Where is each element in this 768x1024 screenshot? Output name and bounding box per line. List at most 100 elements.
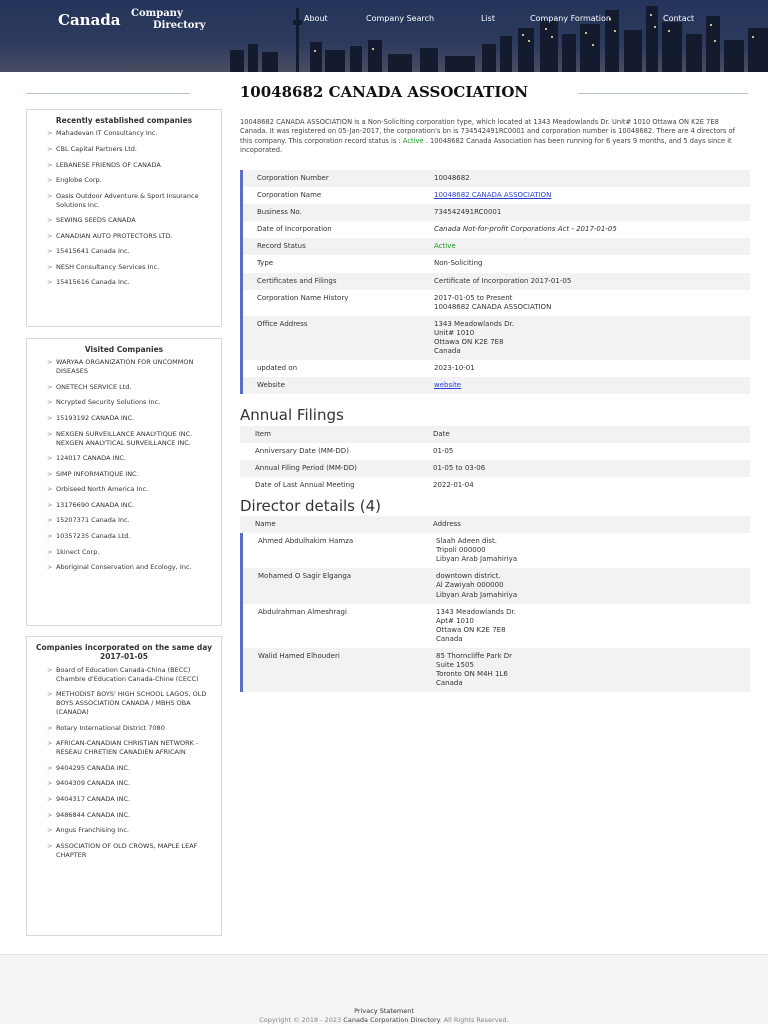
directors-table: Name Address Ahmed Abdulhakim Hamza Slaah… xyxy=(240,516,750,693)
sidebar-company-link[interactable]: 1kinect Corp. xyxy=(33,548,215,557)
sidebar-company-link[interactable]: 9404317 CANADA INC. xyxy=(33,795,215,804)
info-value: 2023-10-01 xyxy=(434,360,750,377)
info-row: Corporation Name History 2017-01-05 to Pr… xyxy=(243,290,750,316)
sidebar-company-link[interactable]: 10357235 Canada Ltd. xyxy=(33,532,215,541)
visited-companies-panel: Visited Companies WARYAA ORGANIZATION FO… xyxy=(26,338,222,626)
sidebar-company-link[interactable]: ONETECH SERVICE Ltd. xyxy=(33,383,215,392)
nav-contact[interactable]: Contact xyxy=(663,14,694,23)
info-key: Record Status xyxy=(257,242,306,251)
info-key: Business No. xyxy=(257,208,302,217)
info-key: Certificates and Filings xyxy=(257,276,337,285)
sidebar-company-link[interactable]: Mahadevan IT Consultancy Inc. xyxy=(33,129,215,138)
recent-companies-panel: Recently established companies Mahadevan… xyxy=(26,109,222,327)
info-row: Corporation Name 10048682 CANADA ASSOCIAT… xyxy=(243,187,750,204)
copyright: Copyright © 2018 - 2023 Canada Corporati… xyxy=(0,1016,768,1024)
sidebar-company-link[interactable]: 124017 CANADA INC. xyxy=(33,454,215,463)
copyright-directory-link[interactable]: Canada Corporation Directory xyxy=(343,1016,439,1024)
sidebar-company-link[interactable]: 15415641 Canada Inc. xyxy=(33,247,215,256)
info-value-text: 1343 Meadowlands Dr. Unit# 1010 Ottawa O… xyxy=(434,319,514,356)
sidebar-company-link[interactable]: 15415616 Canada Inc. xyxy=(33,278,215,287)
same-day-date: 2017-01-05 xyxy=(100,652,148,662)
info-value-text: Active xyxy=(434,242,456,251)
sidebar-company-link[interactable]: 13176690 CANADA INC. xyxy=(33,501,215,510)
director-name: Ahmed Abdulhakim Hamza xyxy=(258,537,354,546)
filing-row: Annual Filing Period (MM-DD) 01-05 to 03-… xyxy=(240,460,750,478)
info-value: Canada Not-for-profit Corporations Act -… xyxy=(434,221,750,238)
sidebar-company-link[interactable]: Oasis Outdoor Adventure & Sport Insuranc… xyxy=(33,192,215,210)
info-row: Business No. 734542491RC0001 xyxy=(243,204,750,222)
corporation-info-table: Corporation Number 10048682 Corporation Na… xyxy=(240,170,750,395)
sidebar-company-link[interactable]: AFRICAN-CANADIAN CHRISTIAN NETWORK - RES… xyxy=(33,739,215,757)
site-footer: Privacy Statement Copyright © 2018 - 202… xyxy=(0,954,768,1024)
nav-company-formation[interactable]: Company Formation xyxy=(530,14,611,23)
filing-date: 2022-01-04 xyxy=(433,481,474,490)
info-value: 1343 Meadowlands Dr. Unit# 1010 Ottawa O… xyxy=(434,316,750,360)
info-key: Date of Incorporation xyxy=(257,225,332,234)
director-details-heading: Director details (4) xyxy=(240,497,382,515)
info-value: website xyxy=(434,377,750,394)
col-date-header: Date xyxy=(433,430,450,438)
nav-company-search[interactable]: Company Search xyxy=(366,14,434,23)
sidebar-company-link[interactable]: SIMP INFORMATIQUE INC. xyxy=(33,470,215,479)
filing-row: Anniversary Date (MM-DD) 01-05 xyxy=(240,443,750,460)
same-day-companies-list: Board of Education Canada-China (BECC) C… xyxy=(27,664,221,872)
director-name: Abdulrahman Almeshragi xyxy=(258,607,347,616)
director-address: 1343 Meadowlands Dr. Apt# 1010 Ottawa ON… xyxy=(436,607,516,643)
recent-companies-list: Mahadevan IT Consultancy Inc. CBL Capital… xyxy=(27,127,221,300)
info-key: Corporation Name History xyxy=(257,293,349,302)
info-value-text: Certificate of Incorporation 2017-01-05 xyxy=(434,276,572,285)
sidebar-company-link[interactable]: CBL Capital Partners Ltd. xyxy=(33,145,215,154)
nav-about[interactable]: About xyxy=(304,14,328,23)
sidebar-company-link[interactable]: Orbiseed North America Inc. xyxy=(33,485,215,494)
directors-header-row: Name Address xyxy=(240,516,750,534)
info-row: Corporation Number 10048682 xyxy=(243,170,750,188)
sidebar-company-link[interactable]: Ncrypted Security Solutions Inc. xyxy=(33,398,215,407)
info-value-link[interactable]: website xyxy=(434,381,461,389)
sidebar-company-link[interactable]: CANADIAN AUTO PROTECTORS LTD. xyxy=(33,232,215,241)
info-key: Office Address xyxy=(257,319,308,328)
sidebar-company-link[interactable]: 9404309 CANADA INC. xyxy=(33,779,215,788)
info-value-text: 734542491RC0001 xyxy=(434,208,502,217)
info-value: 734542491RC0001 xyxy=(434,204,750,221)
site-header: Canada Company Directory About Company S… xyxy=(0,0,768,72)
info-row: Type Non-Soliciting xyxy=(243,255,750,272)
info-row: Record Status Active xyxy=(243,238,750,256)
sidebar-company-link[interactable]: 9404295 CANADA INC. xyxy=(33,764,215,773)
info-key: updated on xyxy=(257,364,298,373)
info-key: Website xyxy=(257,381,285,390)
sidebar-company-link[interactable]: METHODIST BOYS' HIGH SCHOOL LAGOS, OLD B… xyxy=(33,690,215,717)
directors-body: Ahmed Abdulhakim Hamza Slaah Adeen dist. … xyxy=(240,533,750,693)
sidebar-company-link[interactable]: Rotary International District 7080 xyxy=(33,724,215,733)
director-name: Walid Hamed Elhouderi xyxy=(258,652,340,661)
sidebar-company-link[interactable]: Aboriginal Conservation and Ecology, Inc… xyxy=(33,563,215,572)
sidebar-company-link[interactable]: WARYAA ORGANIZATION FOR UNCOMMON DISEASE… xyxy=(33,358,215,376)
director-row: Ahmed Abdulhakim Hamza Slaah Adeen dist. … xyxy=(243,533,750,568)
sidebar-company-link[interactable]: ASSOCIATION OF OLD CROWS, MAPLE LEAF CHA… xyxy=(33,842,215,860)
nav-list[interactable]: List xyxy=(481,14,495,23)
sidebar-company-link[interactable]: SEWING SEEDS CANADA xyxy=(33,216,215,225)
col-name-header: Name xyxy=(255,520,276,528)
sidebar-company-link[interactable]: Board of Education Canada-China (BECC) C… xyxy=(33,666,215,684)
info-row: Office Address 1343 Meadowlands Dr. Unit#… xyxy=(243,315,750,361)
sidebar-company-link[interactable]: NESH Consultancy Services Inc. xyxy=(33,263,215,272)
director-row: Walid Hamed Elhouderi 85 Thorncliffe Park… xyxy=(243,648,750,693)
info-value-link[interactable]: 10048682 CANADA ASSOCIATION xyxy=(434,191,551,199)
sidebar-company-link[interactable]: 15207371 Canada Inc. xyxy=(33,516,215,525)
info-row: Certificates and Filings Certificate of I… xyxy=(243,272,750,290)
privacy-statement-link[interactable]: Privacy Statement xyxy=(0,1007,768,1015)
info-key: Corporation Name xyxy=(257,191,322,200)
info-value: Active xyxy=(434,238,750,255)
annual-filings-table: Item Date Anniversary Date (MM-DD) 01-05 A… xyxy=(240,426,750,494)
sidebar-company-link[interactable]: Angus Franchising Inc. xyxy=(33,826,215,835)
info-row: updated on 2023-10-01 xyxy=(243,360,750,377)
summary-status: Active xyxy=(402,136,424,145)
sidebar-company-link[interactable]: NEXGEN SURVEILLANCE ANALYTIQUE INC. NEXG… xyxy=(33,430,215,448)
sidebar-company-link[interactable]: LEBANESE FRIENDS OF CANADA xyxy=(33,161,215,170)
sidebar-company-link[interactable]: 15193192 CANADA INC. xyxy=(33,414,215,423)
filing-date: 01-05 xyxy=(433,447,454,456)
sidebar-company-link[interactable]: Englobe Corp. xyxy=(33,176,215,185)
same-day-heading-text: Companies incorporated on the same day xyxy=(36,643,212,652)
filing-item: Date of Last Annual Meeting xyxy=(255,481,355,490)
annual-filings-header-row: Item Date xyxy=(240,426,750,444)
sidebar-company-link[interactable]: 9486844 CANADA INC. xyxy=(33,811,215,820)
